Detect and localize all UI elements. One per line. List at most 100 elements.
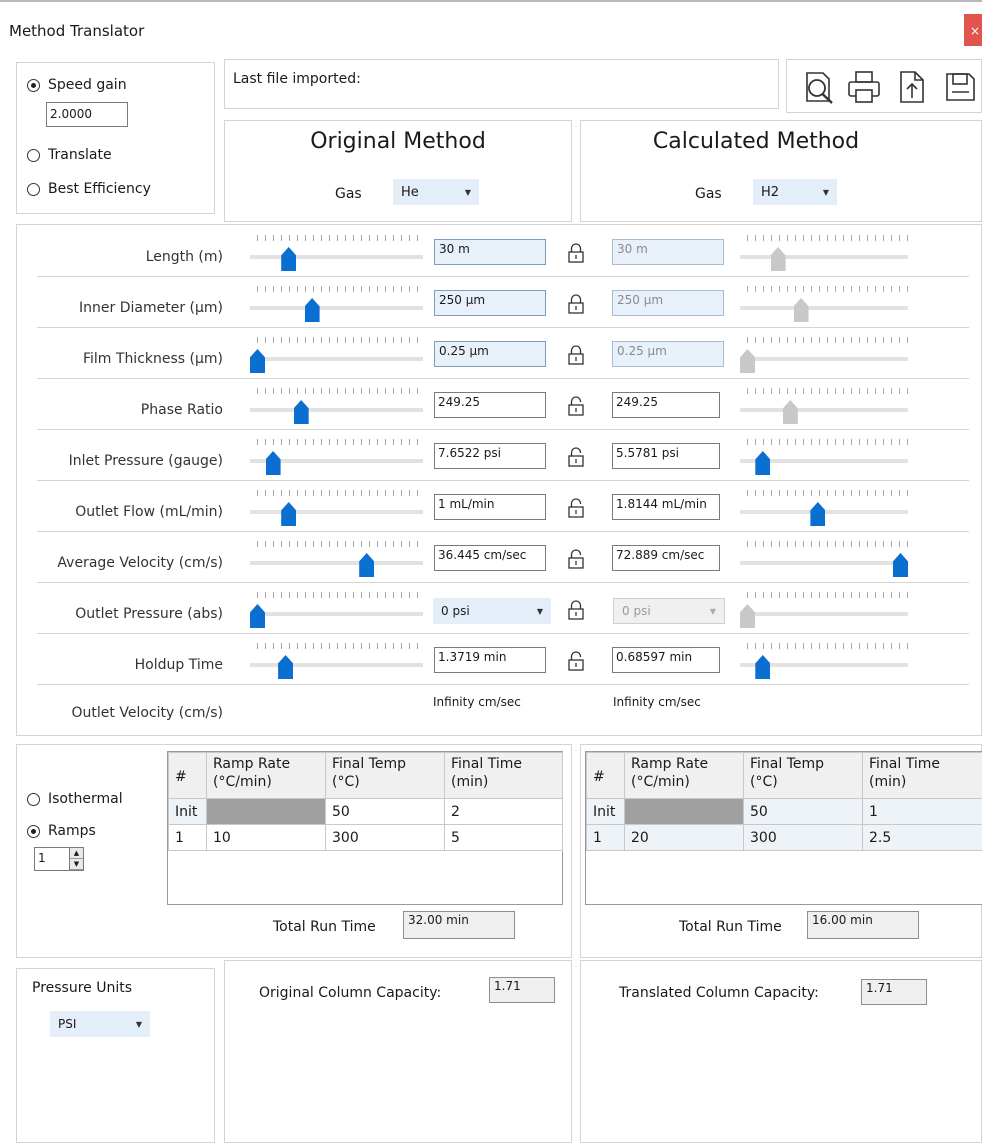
close-button[interactable]: × [964, 14, 982, 46]
original-value-input[interactable]: 0.25 µm [434, 341, 546, 367]
table-cell[interactable]: 1 [168, 824, 207, 851]
speed-gain-label: Speed gain [48, 77, 127, 93]
table-cell[interactable]: 300 [743, 824, 863, 851]
table-cell[interactable]: Init [168, 798, 207, 825]
original-slider-track[interactable] [250, 561, 423, 565]
table-cell[interactable]: 50 [325, 798, 445, 825]
calculated-slider-track [740, 357, 908, 361]
calculated-slider-thumb[interactable] [755, 451, 771, 475]
speed-gain-input[interactable]: 2.0000 [46, 102, 128, 127]
table-cell[interactable]: 300 [325, 824, 445, 851]
original-value-input[interactable]: 250 µm [434, 290, 546, 316]
original-slider-thumb[interactable] [304, 298, 320, 322]
original-slider-thumb[interactable] [281, 502, 297, 526]
original-value-input[interactable]: 36.445 cm/sec [434, 545, 546, 571]
unlock-icon[interactable] [568, 396, 584, 416]
original-slider-thumb[interactable] [250, 349, 265, 373]
calculated-slider-track[interactable] [740, 561, 908, 565]
print-icon[interactable] [847, 70, 881, 104]
save-icon[interactable] [943, 70, 977, 104]
translate-option[interactable]: Translate [27, 147, 112, 163]
original-slider-track[interactable] [250, 255, 423, 259]
table-cell[interactable]: 50 [743, 798, 863, 825]
original-slider-thumb[interactable] [278, 655, 294, 679]
column-header: Final Temp (°C) [743, 752, 863, 799]
calculated-value-input[interactable]: 1.8144 mL/min [612, 494, 720, 520]
table-cell[interactable]: Init [586, 798, 625, 825]
table-row[interactable]: Init 50 1 [586, 798, 982, 825]
calculated-value-input[interactable]: 72.889 cm/sec [612, 545, 720, 571]
calculated-slider-thumb[interactable] [893, 553, 908, 577]
calculated-slider-thumb[interactable] [755, 655, 771, 679]
unlock-icon[interactable] [568, 651, 584, 671]
calculated-gas-select[interactable]: H2 ▼ [753, 179, 837, 205]
calculated-value-input[interactable]: 249.25 [612, 392, 720, 418]
original-slider-thumb[interactable] [359, 553, 375, 577]
lock-icon[interactable] [568, 243, 584, 263]
ramp-count-spinner[interactable]: 1 ▲ ▼ [34, 847, 84, 871]
original-slider-track[interactable] [250, 306, 423, 310]
best-efficiency-option[interactable]: Best Efficiency [27, 181, 151, 197]
outlet-velocity-calculated: Infinity cm/sec [613, 695, 701, 709]
calculated-slider-thumb[interactable] [810, 502, 826, 526]
original-slider-thumb[interactable] [250, 604, 265, 628]
original-capacity-label: Original Column Capacity: [259, 985, 442, 1001]
table-cell[interactable]: 5 [444, 824, 563, 851]
calculated-value: 0 psi [622, 604, 651, 618]
original-outlet-pressure-select[interactable]: 0 psi ▼ [433, 598, 551, 624]
unlock-icon[interactable] [568, 498, 584, 518]
table-cell[interactable]: 2.5 [862, 824, 982, 851]
calculated-value-input[interactable]: 5.5781 psi [612, 443, 720, 469]
original-value-input[interactable]: 7.6522 psi [434, 443, 546, 469]
spin-down-icon[interactable]: ▼ [70, 859, 83, 870]
spinner-buttons[interactable]: ▲ ▼ [69, 848, 83, 870]
unlock-icon[interactable] [568, 447, 584, 467]
speed-gain-radio[interactable] [27, 78, 40, 92]
best-efficiency-label: Best Efficiency [48, 181, 151, 197]
calculated-value-input[interactable]: 0.68597 min [612, 647, 720, 673]
calculated-slider-ticks [747, 286, 915, 292]
original-value-input[interactable]: 1 mL/min [434, 494, 546, 520]
ramps-radio[interactable] [27, 824, 40, 838]
original-value-input[interactable]: 249.25 [434, 392, 546, 418]
unlock-icon[interactable] [568, 549, 584, 569]
original-slider-thumb[interactable] [293, 400, 309, 424]
isothermal-option[interactable]: Isothermal [27, 791, 123, 807]
original-slider-track[interactable] [250, 510, 423, 514]
table-cell[interactable]: 10 [206, 824, 326, 851]
original-value-input[interactable]: 30 m [434, 239, 546, 265]
original-value-input[interactable]: 1.3719 min [434, 647, 546, 673]
table-row[interactable]: 1 20 300 2.5 [586, 824, 982, 851]
last-file-label: Last file imported: [233, 71, 361, 87]
lock-icon[interactable] [568, 294, 584, 314]
original-slider-track[interactable] [250, 357, 423, 361]
original-slider-track[interactable] [250, 612, 423, 616]
table-cell[interactable]: 2 [444, 798, 563, 825]
table-cell[interactable]: 20 [624, 824, 744, 851]
lock-icon[interactable] [568, 345, 584, 365]
lock-icon[interactable] [568, 600, 584, 620]
original-slider-track[interactable] [250, 408, 423, 412]
original-slider-thumb[interactable] [281, 247, 297, 271]
preview-icon[interactable] [801, 70, 835, 104]
table-row[interactable]: 1 10 300 5 [168, 824, 563, 851]
import-icon[interactable] [895, 70, 929, 104]
original-slider-track[interactable] [250, 663, 423, 667]
original-gas-select[interactable]: He ▼ [393, 179, 479, 205]
table-row[interactable]: Init 50 2 [168, 798, 563, 825]
window-top-border [0, 0, 982, 2]
speed-gain-option[interactable]: Speed gain [27, 77, 127, 93]
isothermal-radio[interactable] [27, 792, 40, 806]
table-cell[interactable]: 1 [586, 824, 625, 851]
spin-up-icon[interactable]: ▲ [70, 848, 83, 859]
ramps-option[interactable]: Ramps [27, 823, 96, 839]
translate-radio[interactable] [27, 148, 40, 162]
row-divider [37, 582, 969, 583]
table-cell[interactable]: 1 [862, 798, 982, 825]
chevron-down-icon: ▼ [709, 606, 716, 616]
best-efficiency-radio[interactable] [27, 182, 40, 196]
pressure-units-select[interactable]: PSI ▼ [50, 1011, 150, 1037]
original-value: 0 psi [441, 604, 470, 618]
chevron-down-icon: ▼ [822, 187, 829, 197]
original-slider-thumb[interactable] [265, 451, 281, 475]
